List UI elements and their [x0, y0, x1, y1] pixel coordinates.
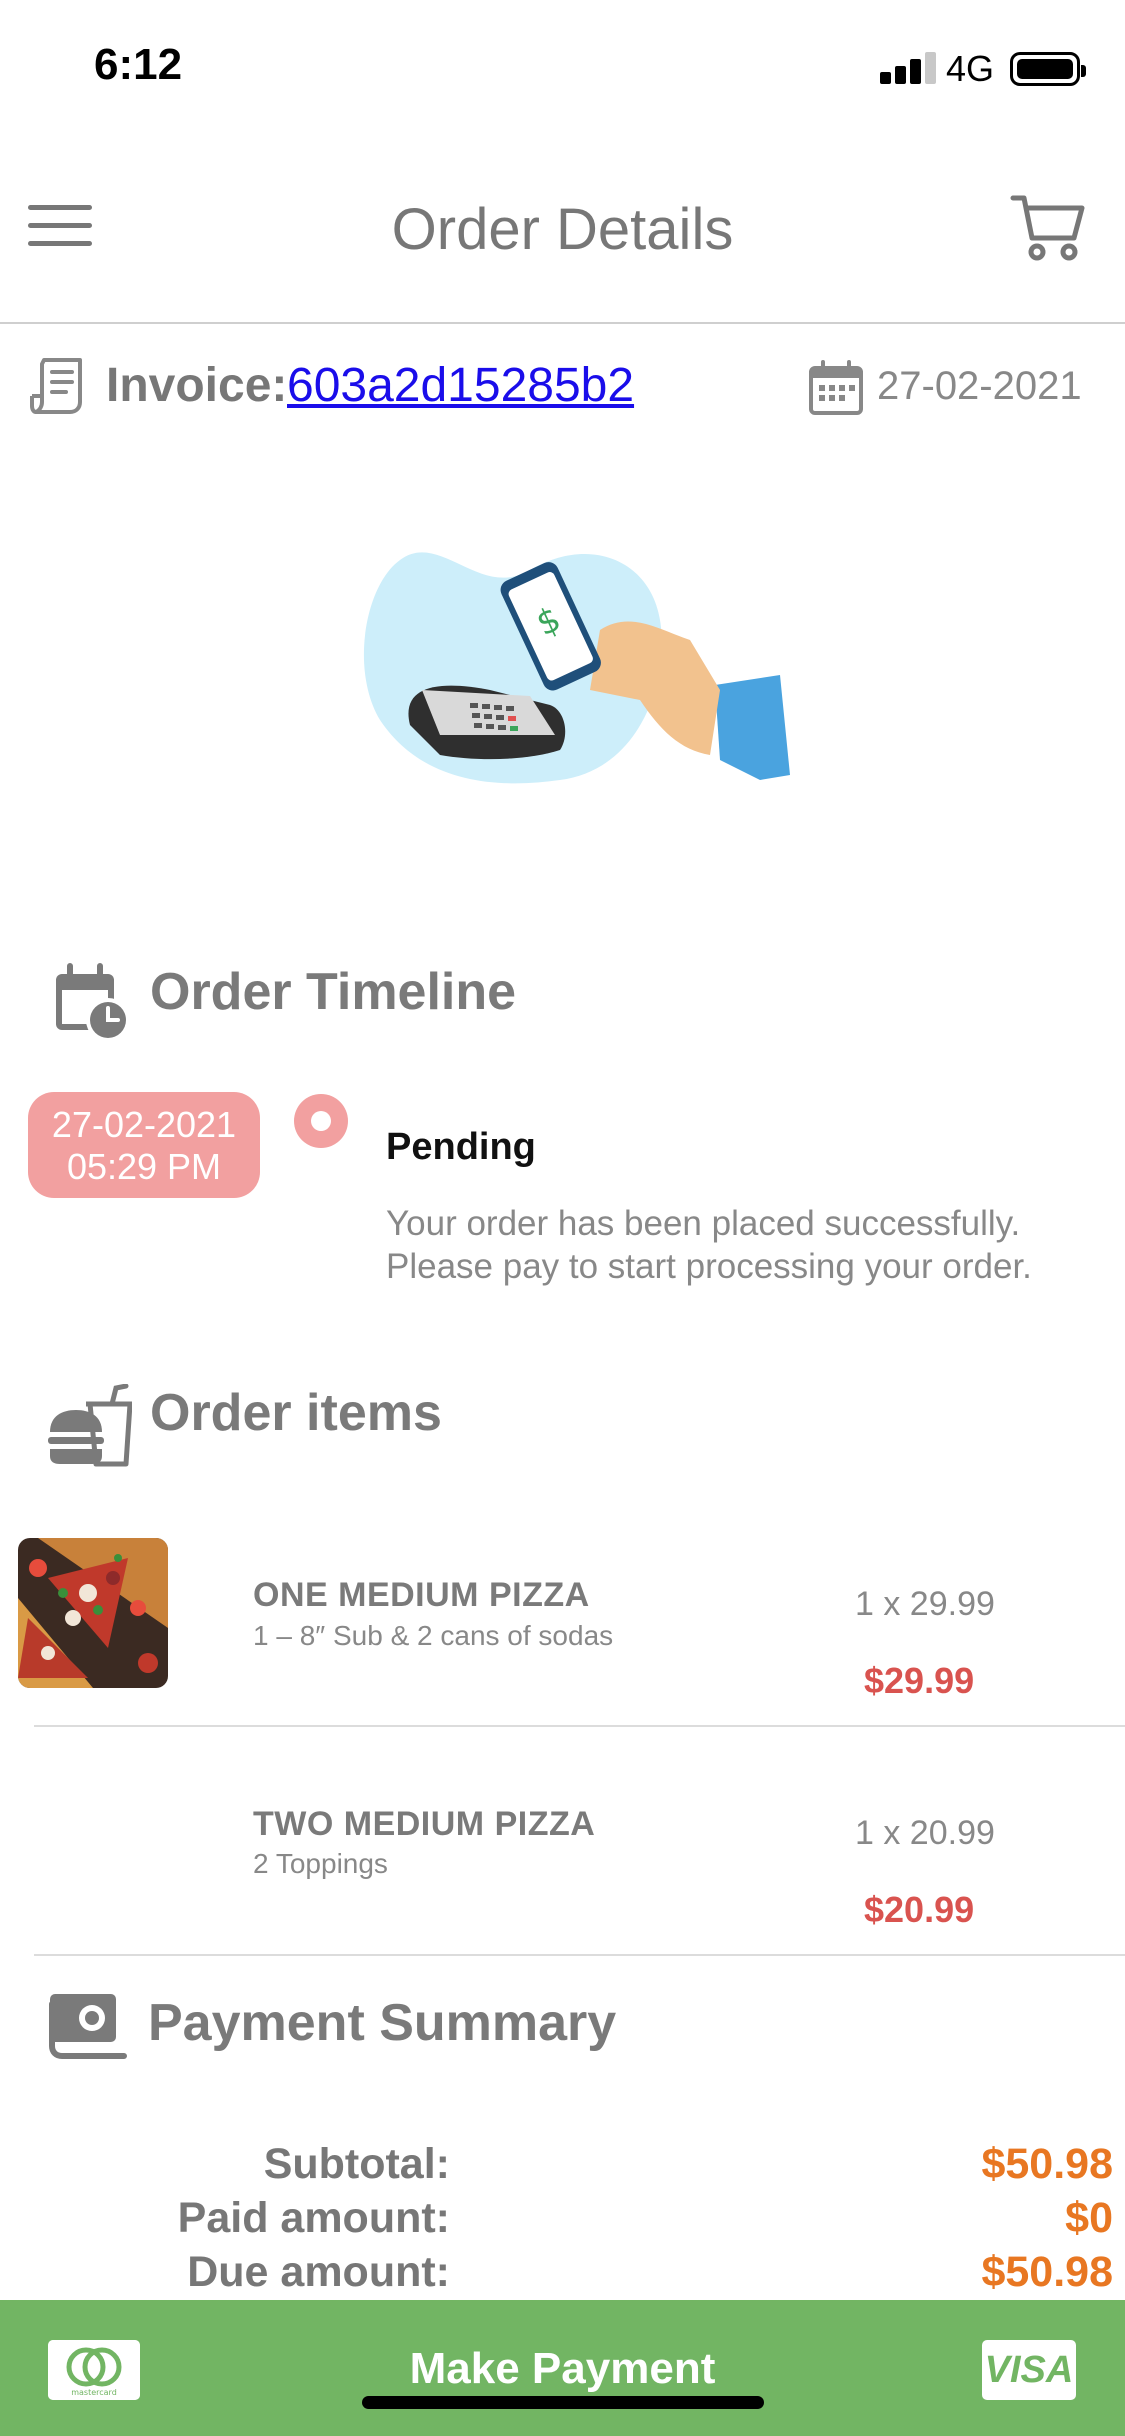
item-name: ONE MEDIUM PIZZA — [253, 1576, 590, 1614]
invoice-label: Invoice: — [106, 359, 288, 412]
due-amount-label: Due amount: — [187, 2248, 450, 2296]
timeline-time: 05:29 PM — [66, 1146, 222, 1187]
timeline-status: Pending — [386, 1126, 536, 1168]
network-type: 4G — [946, 48, 995, 89]
due-amount-value: $50.98 — [981, 2248, 1113, 2296]
make-payment-button[interactable]: Make Payment — [0, 2344, 1125, 2394]
shopping-cart-icon[interactable] — [1010, 190, 1086, 266]
visa-icon: VISA — [982, 2340, 1076, 2400]
subtotal-label: Subtotal: — [263, 2140, 450, 2188]
calendar-clock-icon — [56, 963, 130, 1042]
item-description: 2 Toppings — [253, 1848, 388, 1879]
item-name: TWO MEDIUM PIZZA — [253, 1805, 596, 1843]
status-time: 6:12 — [94, 40, 183, 89]
timeline-description: Your order has been placed successfully.… — [386, 1204, 1032, 1286]
payment-illustration: $ — [363, 552, 790, 784]
fast-food-icon — [48, 1384, 132, 1467]
subtotal-value: $50.98 — [981, 2140, 1113, 2188]
timeline-dot — [294, 1094, 348, 1148]
item-quantity: 1 x 29.99 — [855, 1585, 995, 1623]
receipt-icon — [30, 358, 82, 414]
paid-amount-label: Paid amount: — [177, 2194, 450, 2242]
item-price: $29.99 — [864, 1660, 975, 1701]
page-title: Order Details — [391, 197, 734, 262]
timeline-date-badge: 27-02-2021 05:29 PM — [28, 1092, 260, 1198]
payment-summary-title: Payment Summary — [148, 1994, 617, 2052]
item-price: $20.99 — [864, 1889, 975, 1930]
order-items-title: Order items — [150, 1384, 442, 1442]
invoice-number-link[interactable]: 603a2d15285b2 — [287, 358, 634, 413]
order-timeline-title: Order Timeline — [150, 963, 517, 1021]
item-description: 1 – 8″ Sub & 2 cans of sodas — [253, 1620, 614, 1651]
pizza-image — [18, 1538, 168, 1688]
invoice-date: 27-02-2021 — [877, 364, 1082, 408]
home-indicator — [362, 2396, 764, 2409]
item-divider — [34, 1954, 1125, 1956]
header-divider — [0, 322, 1125, 324]
calendar-icon — [809, 360, 863, 415]
timeline-date: 27-02-2021 — [51, 1104, 237, 1145]
cellular-signal-icon — [880, 52, 938, 84]
paid-amount-value: $0 — [1065, 2194, 1113, 2242]
money-icon — [49, 1994, 127, 2059]
item-divider — [34, 1725, 1125, 1727]
battery-icon — [1010, 52, 1086, 86]
item-quantity: 1 x 20.99 — [855, 1814, 995, 1852]
